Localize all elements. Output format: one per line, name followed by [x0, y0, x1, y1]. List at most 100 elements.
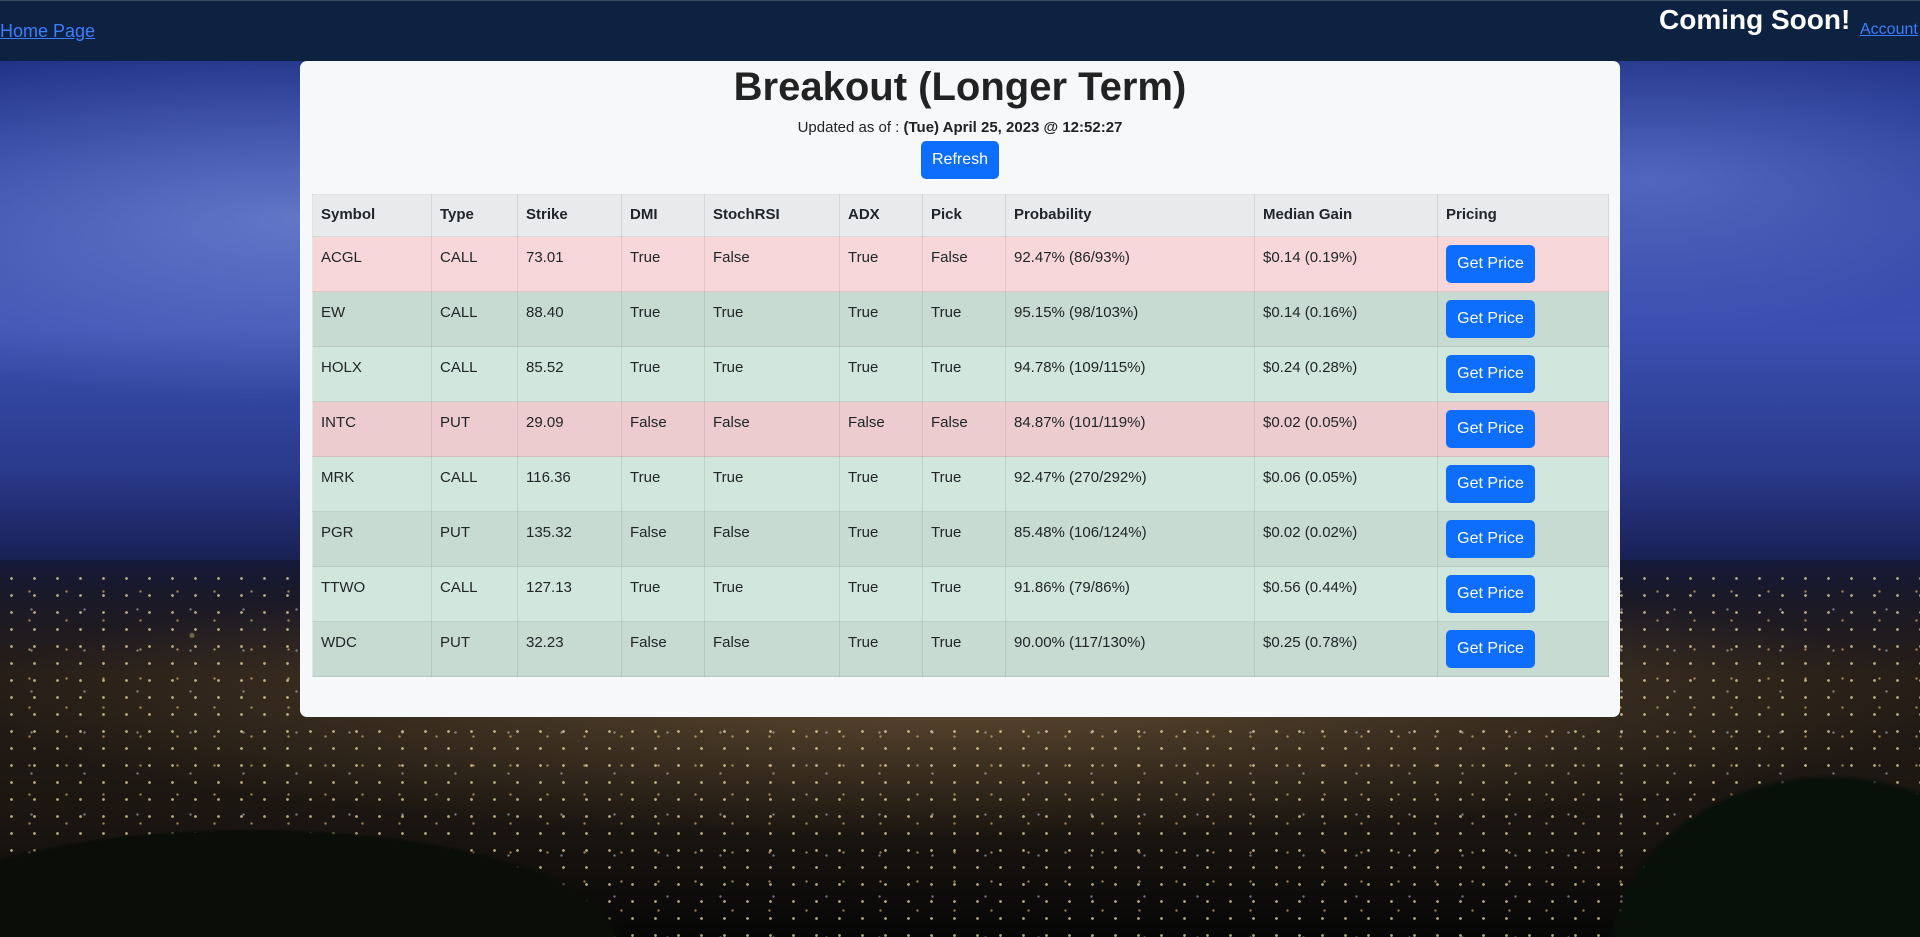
column-header-strike: Strike — [517, 194, 622, 237]
table-row: WDC PUT 32.23 False False True True 90.0… — [312, 621, 1609, 677]
cell-strike: 116.36 — [517, 456, 622, 512]
cell-symbol: INTC — [312, 401, 432, 457]
top-navbar: Home Page Coming Soon! Account — [0, 0, 1920, 61]
cell-adx: False — [839, 401, 923, 457]
cell-adx: True — [839, 511, 923, 567]
cell-adx: True — [839, 621, 923, 677]
cell-type: CALL — [431, 346, 518, 402]
updated-value: (Tue) April 25, 2023 @ 12:52:27 — [903, 119, 1123, 136]
cell-pick: False — [922, 236, 1006, 292]
table-row: HOLX CALL 85.52 True True True True 94.7… — [312, 346, 1609, 402]
cell-strike: 32.23 — [517, 621, 622, 677]
cell-type: CALL — [431, 291, 518, 347]
cell-median-gain: $0.02 (0.05%) — [1254, 401, 1438, 457]
cell-strike: 73.01 — [517, 236, 622, 292]
cell-pick: True — [922, 291, 1006, 347]
cell-probability: 92.47% (270/292%) — [1005, 456, 1255, 512]
cell-stochrsi: True — [704, 566, 840, 622]
cell-stochrsi: False — [704, 511, 840, 567]
cell-median-gain: $0.02 (0.02%) — [1254, 511, 1438, 567]
cell-median-gain: $0.06 (0.05%) — [1254, 456, 1438, 512]
column-header-median-gain: Median Gain — [1254, 194, 1438, 237]
cell-stochrsi: False — [704, 621, 840, 677]
get-price-button[interactable]: Get Price — [1446, 245, 1535, 283]
table-row: TTWO CALL 127.13 True True True True 91.… — [312, 566, 1609, 622]
cell-probability: 84.87% (101/119%) — [1005, 401, 1255, 457]
account-link[interactable]: Account — [1860, 21, 1918, 39]
get-price-button[interactable]: Get Price — [1446, 410, 1535, 448]
cell-dmi: False — [621, 621, 705, 677]
table-row: MRK CALL 116.36 True True True True 92.4… — [312, 456, 1609, 512]
cell-symbol: WDC — [312, 621, 432, 677]
column-header-pick: Pick — [922, 194, 1006, 237]
cell-type: CALL — [431, 236, 518, 292]
get-price-button[interactable]: Get Price — [1446, 355, 1535, 393]
coming-soon-text: Coming Soon! — [1659, 4, 1851, 35]
table-row: INTC PUT 29.09 False False False False 8… — [312, 401, 1609, 457]
cell-pick: False — [922, 401, 1006, 457]
cell-pick: True — [922, 566, 1006, 622]
cell-pricing: Get Price — [1437, 511, 1609, 567]
column-header-dmi: DMI — [621, 194, 705, 237]
breakout-table: Symbol Type Strike DMI StochRSI ADX Pick… — [312, 194, 1609, 677]
refresh-button[interactable]: Refresh — [921, 141, 999, 179]
cell-adx: True — [839, 346, 923, 402]
get-price-button[interactable]: Get Price — [1446, 465, 1535, 503]
cell-pick: True — [922, 346, 1006, 402]
cell-strike: 29.09 — [517, 401, 622, 457]
home-page-link[interactable]: Home Page — [0, 21, 95, 42]
column-header-probability: Probability — [1005, 194, 1255, 237]
cell-type: CALL — [431, 566, 518, 622]
updated-timestamp: Updated as of : (Tue) April 25, 2023 @ 1… — [300, 119, 1620, 136]
hill-silhouette-left — [0, 780, 700, 937]
column-header-stochrsi: StochRSI — [704, 194, 840, 237]
cell-pricing: Get Price — [1437, 236, 1609, 292]
cell-symbol: TTWO — [312, 566, 432, 622]
cell-pick: True — [922, 621, 1006, 677]
get-price-button[interactable]: Get Price — [1446, 575, 1535, 613]
cell-dmi: True — [621, 291, 705, 347]
get-price-button[interactable]: Get Price — [1446, 300, 1535, 338]
cell-probability: 95.15% (98/103%) — [1005, 291, 1255, 347]
get-price-button[interactable]: Get Price — [1446, 520, 1535, 558]
page-title: Breakout (Longer Term) — [733, 65, 1187, 109]
get-price-button[interactable]: Get Price — [1446, 630, 1535, 668]
cell-symbol: PGR — [312, 511, 432, 567]
cell-dmi: True — [621, 566, 705, 622]
cell-pricing: Get Price — [1437, 291, 1609, 347]
cell-stochrsi: False — [704, 236, 840, 292]
cell-strike: 85.52 — [517, 346, 622, 402]
cell-pick: True — [922, 511, 1006, 567]
cell-dmi: False — [621, 401, 705, 457]
cell-probability: 94.78% (109/115%) — [1005, 346, 1255, 402]
column-header-pricing: Pricing — [1437, 194, 1609, 237]
breakout-table-container: Symbol Type Strike DMI StochRSI ADX Pick… — [312, 194, 1609, 677]
cell-pricing: Get Price — [1437, 401, 1609, 457]
column-header-symbol: Symbol — [312, 194, 432, 237]
cell-adx: True — [839, 456, 923, 512]
column-header-type: Type — [431, 194, 518, 237]
cell-type: PUT — [431, 401, 518, 457]
cell-median-gain: $0.24 (0.28%) — [1254, 346, 1438, 402]
cell-strike: 127.13 — [517, 566, 622, 622]
cell-stochrsi: True — [704, 346, 840, 402]
cell-strike: 88.40 — [517, 291, 622, 347]
table-header-row: Symbol Type Strike DMI StochRSI ADX Pick… — [312, 194, 1609, 237]
cell-dmi: True — [621, 236, 705, 292]
cell-stochrsi: True — [704, 456, 840, 512]
cell-median-gain: $0.56 (0.44%) — [1254, 566, 1438, 622]
cell-symbol: ACGL — [312, 236, 432, 292]
cell-adx: True — [839, 236, 923, 292]
main-card: Breakout (Longer Term) Updated as of : (… — [300, 61, 1620, 717]
cell-adx: True — [839, 291, 923, 347]
cell-symbol: HOLX — [312, 346, 432, 402]
cell-median-gain: $0.14 (0.16%) — [1254, 291, 1438, 347]
cell-pricing: Get Price — [1437, 456, 1609, 512]
updated-label: Updated as of : — [797, 119, 904, 136]
cell-pricing: Get Price — [1437, 566, 1609, 622]
table-row: PGR PUT 135.32 False False True True 85.… — [312, 511, 1609, 567]
cell-adx: True — [839, 566, 923, 622]
cell-symbol: MRK — [312, 456, 432, 512]
cell-dmi: True — [621, 456, 705, 512]
table-row: EW CALL 88.40 True True True True 95.15%… — [312, 291, 1609, 347]
